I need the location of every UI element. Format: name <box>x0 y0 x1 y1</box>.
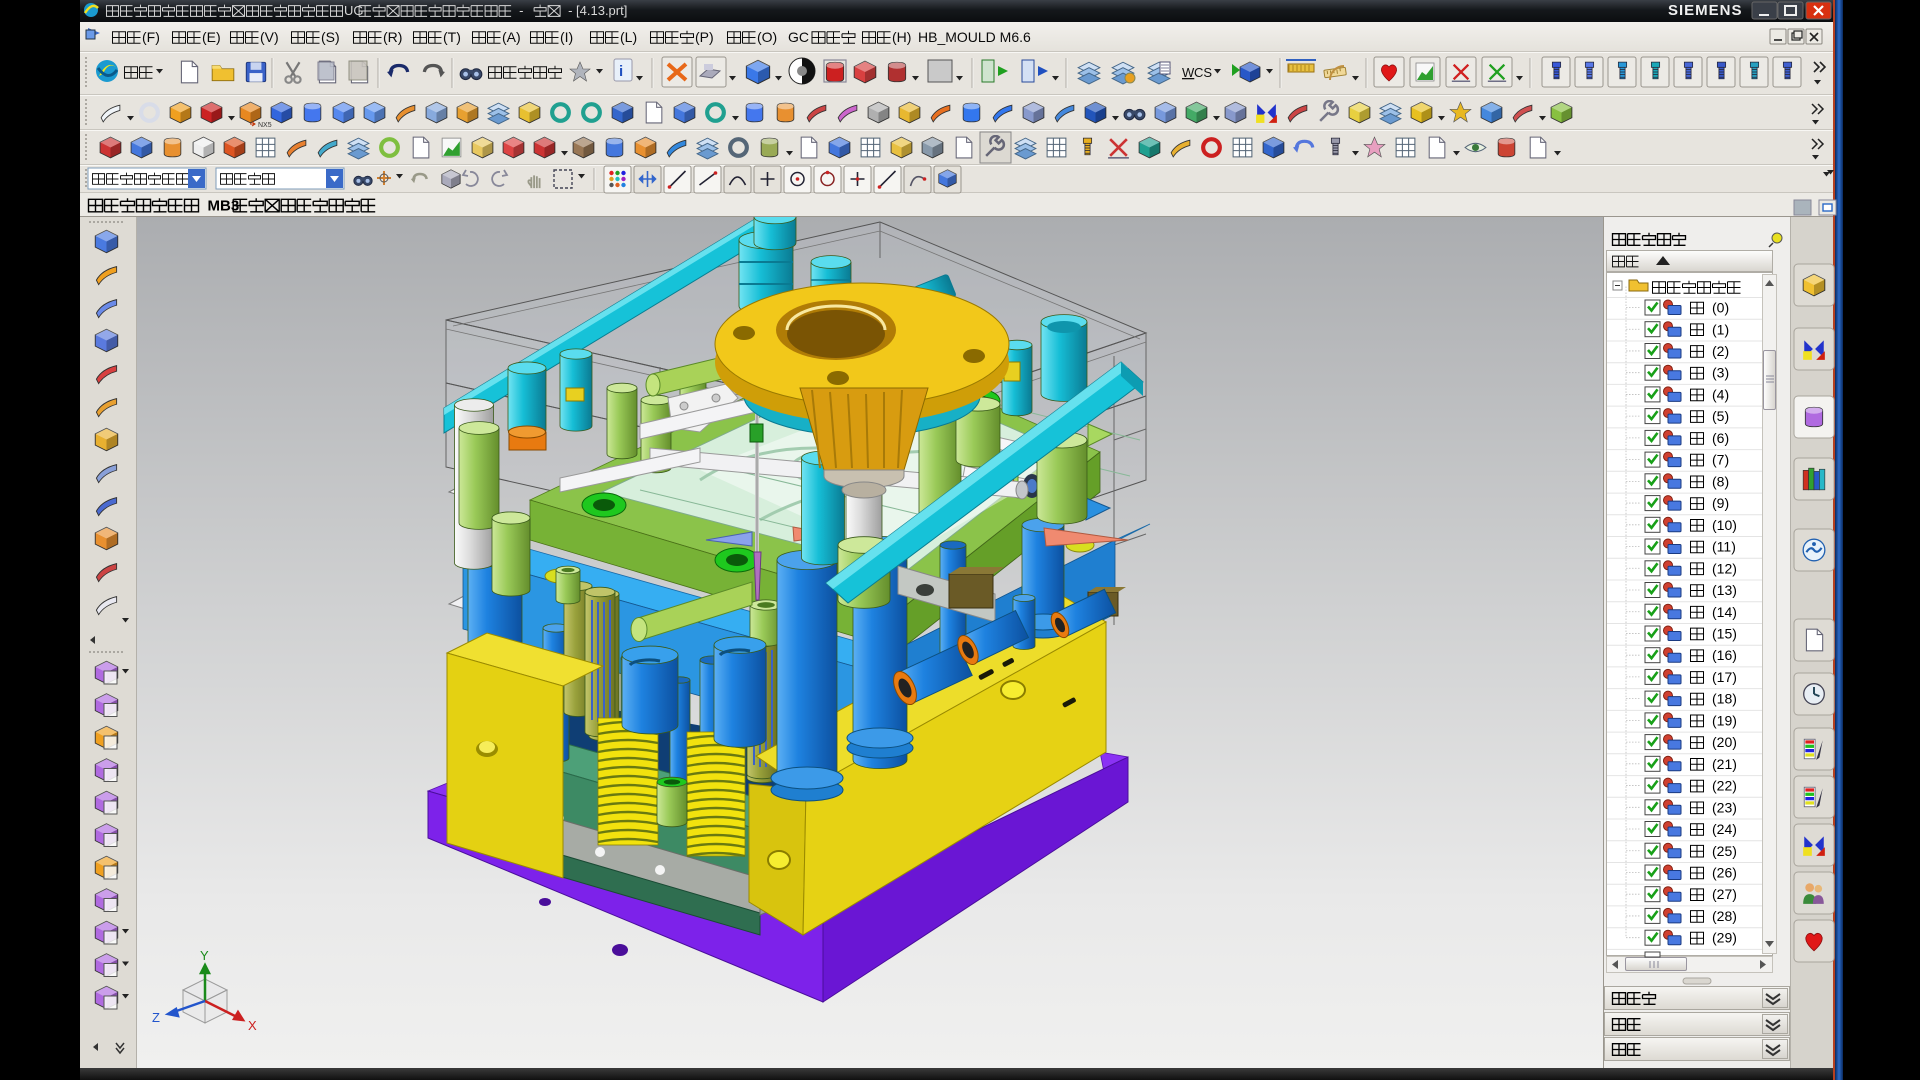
svg-text:Z: Z <box>152 1010 160 1025</box>
svg-text:Y: Y <box>200 948 209 963</box>
svg-text:X: X <box>248 1018 257 1033</box>
